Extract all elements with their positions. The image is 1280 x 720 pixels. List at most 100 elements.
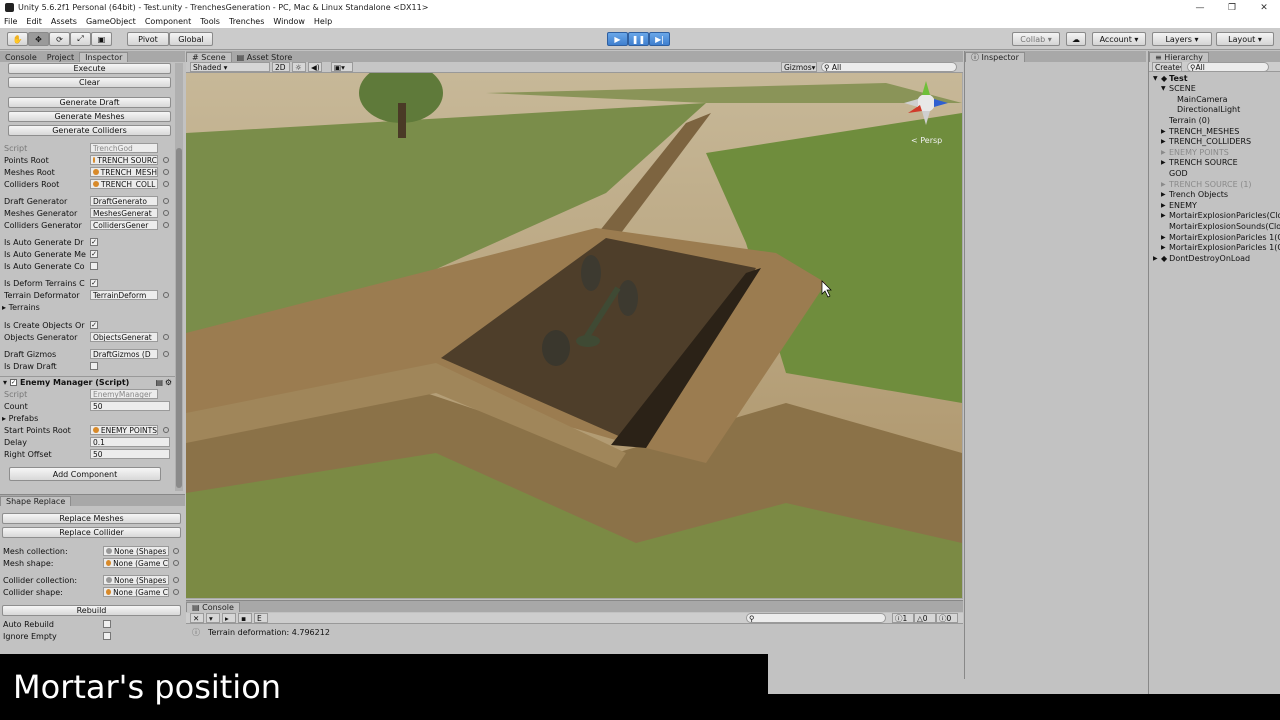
collab-dropdown[interactable]: Collab ▾ (1012, 32, 1060, 46)
right-offset-input[interactable]: 50 (90, 449, 170, 459)
console-pause-icon[interactable]: ▪ (238, 613, 252, 623)
collider-collection-field[interactable]: None (Shapes (103, 575, 169, 585)
terrains-foldout[interactable]: ▸ Terrains (2, 302, 40, 313)
hierarchy-item[interactable]: ▶ TRENCH SOURCE (1) (1161, 179, 1252, 189)
menu-component[interactable]: Component (145, 17, 191, 26)
gear-icon[interactable]: ⚙ (165, 378, 172, 387)
objects-generator-field[interactable]: ObjectsGenerat (90, 332, 158, 342)
maximize-icon[interactable]: ❐ (1216, 0, 1248, 15)
lighting-toggle-icon[interactable]: ☼ (292, 62, 306, 72)
hierarchy-item[interactable]: ▶ ENEMY POINTS (1161, 147, 1229, 157)
tab-project[interactable]: Project (42, 52, 79, 62)
generate-draft-button[interactable]: Generate Draft (8, 97, 171, 108)
shading-dropdown[interactable]: Shaded ▾ (190, 62, 270, 72)
foldout-arrow-icon[interactable]: ▶ (1161, 212, 1169, 219)
effects-dropdown-icon[interactable]: ▣▾ (331, 62, 353, 72)
scene-viewport[interactable]: < Persp (186, 73, 962, 598)
object-picker-icon[interactable] (163, 181, 169, 187)
tab-console[interactable]: Console (0, 52, 42, 62)
mesh-collection-field[interactable]: None (Shapes (103, 546, 169, 556)
foldout-arrow-icon[interactable]: ▶ (1153, 255, 1161, 262)
terrain-deformator-field[interactable]: TerrainDeform (90, 290, 158, 300)
perspective-label[interactable]: < Persp (911, 136, 942, 145)
menu-gameobject[interactable]: GameObject (86, 17, 136, 26)
console-clear-icon[interactable]: ✕ (190, 613, 204, 623)
step-button[interactable]: ▶| (649, 32, 670, 46)
foldout-arrow-icon[interactable]: ▶ (1161, 181, 1169, 188)
foldout-arrow-icon[interactable]: ▶ (1161, 138, 1169, 145)
foldout-arrow-icon[interactable]: ▼ (1161, 85, 1169, 92)
hierarchy-item[interactable]: ▶ ◆ DontDestroyOnLoad (1153, 253, 1250, 263)
clear-button[interactable]: Clear (8, 77, 171, 88)
replace-meshes-button[interactable]: Replace Meshes (2, 513, 181, 524)
meshes-generator-field[interactable]: MeshesGenerat (90, 208, 158, 218)
prefabs-foldout[interactable]: ▸ Prefabs (2, 413, 38, 424)
create-objects-checkbox[interactable]: ✓ (90, 321, 98, 329)
hand-tool-icon[interactable]: ✋ (7, 32, 28, 46)
tab-asset-store[interactable]: ▤ Asset Store (232, 52, 298, 62)
scrollbar-thumb[interactable] (176, 148, 182, 488)
menu-help[interactable]: Help (314, 17, 332, 26)
count-input[interactable]: 50 (90, 401, 170, 411)
layers-dropdown[interactable]: Layers ▾ (1152, 32, 1212, 46)
auto-generate-meshes-checkbox[interactable]: ✓ (90, 250, 98, 258)
console-collapse-icon[interactable]: ▾ (206, 613, 220, 623)
auto-generate-colliders-checkbox[interactable] (90, 262, 98, 270)
pivot-toggle[interactable]: Pivot (127, 32, 169, 46)
foldout-arrow-icon[interactable]: ▶ (1161, 191, 1169, 198)
scale-tool-icon[interactable]: ⤢ (70, 32, 91, 46)
hierarchy-item[interactable]: ▶ Trench Objects (1161, 190, 1228, 200)
console-error-pause-icon[interactable]: E (254, 613, 268, 623)
layout-dropdown[interactable]: Layout ▾ (1216, 32, 1274, 46)
tab-scene[interactable]: # Scene (186, 52, 232, 62)
foldout-arrow-icon[interactable]: ▶ (1161, 128, 1169, 135)
create-dropdown[interactable]: Create▾ (1152, 62, 1182, 72)
object-picker-icon[interactable] (163, 157, 169, 163)
hierarchy-item[interactable]: ▶ TRENCH_COLLIDERS (1161, 137, 1251, 147)
meshes-root-field[interactable]: TRENCH_MESH (90, 167, 158, 177)
object-picker-icon[interactable] (163, 169, 169, 175)
hierarchy-item[interactable]: ▼ SCENE (1161, 84, 1196, 94)
mesh-shape-field[interactable]: None (Game C (103, 558, 169, 568)
points-root-field[interactable]: TRENCH SOURC (90, 155, 158, 165)
hierarchy-item[interactable]: ▶ MortairExplosionParicles 1(Cl (1161, 232, 1280, 242)
object-picker-icon[interactable] (173, 589, 179, 595)
minimize-icon[interactable]: — (1184, 0, 1216, 15)
draft-gizmos-field[interactable]: DraftGizmos (D (90, 349, 158, 359)
pause-button[interactable]: ❚❚ (628, 32, 649, 46)
colliders-generator-field[interactable]: CollidersGener (90, 220, 158, 230)
foldout-arrow-icon[interactable]: ▶ (1161, 244, 1169, 251)
audio-toggle-icon[interactable]: ◀) (308, 62, 322, 72)
object-picker-icon[interactable] (163, 292, 169, 298)
console-error-count[interactable]: ⓘ 0 (936, 613, 958, 623)
start-points-field[interactable]: ENEMY POINTS (90, 425, 158, 435)
tab-shape-replace[interactable]: Shape Replace (0, 496, 72, 506)
auto-rebuild-checkbox[interactable] (103, 620, 111, 628)
object-picker-icon[interactable] (173, 560, 179, 566)
object-picker-icon[interactable] (163, 334, 169, 340)
foldout-arrow-icon[interactable]: ▶ (1161, 202, 1169, 209)
hierarchy-item[interactable]: DirectionalLight (1169, 105, 1240, 115)
deform-terrains-checkbox[interactable]: ✓ (90, 279, 98, 287)
hierarchy-item[interactable]: ▶ MortairExplosionParicles 1(Cl (1161, 243, 1280, 253)
hierarchy-item[interactable]: MainCamera (1169, 94, 1228, 104)
ignore-empty-checkbox[interactable] (103, 632, 111, 640)
hierarchy-item[interactable]: ▶ TRENCH_MESHES (1161, 126, 1239, 136)
global-toggle[interactable]: Global (169, 32, 213, 46)
object-picker-icon[interactable] (163, 427, 169, 433)
tab-console-bottom[interactable]: ▤ Console (186, 602, 240, 612)
object-picker-icon[interactable] (173, 548, 179, 554)
object-picker-icon[interactable] (163, 222, 169, 228)
play-button[interactable]: ▶ (607, 32, 628, 46)
enemy-manager-header[interactable]: ▾ ✓ Enemy Manager (Script) ▤ ⚙ (0, 376, 175, 388)
console-log-entry[interactable]: ⓘ Terrain deformation: 4.796212 (192, 627, 330, 638)
hierarchy-item[interactable]: ▶ MortairExplosionParicles(Clon (1161, 211, 1280, 221)
rect-tool-icon[interactable]: ▣ (91, 32, 112, 46)
foldout-arrow-icon[interactable]: ▼ (1153, 75, 1161, 82)
foldout-arrow-icon[interactable]: ▶ (1161, 149, 1169, 156)
tab-inspector-right[interactable]: ⓘ Inspector (965, 52, 1025, 62)
console-warning-count[interactable]: △ 0 (914, 613, 936, 623)
gizmos-dropdown[interactable]: Gizmos ▾ (781, 62, 817, 72)
foldout-arrow-icon[interactable]: ▶ (1161, 159, 1169, 166)
scene-search-input[interactable]: ⚲ All (821, 62, 957, 72)
